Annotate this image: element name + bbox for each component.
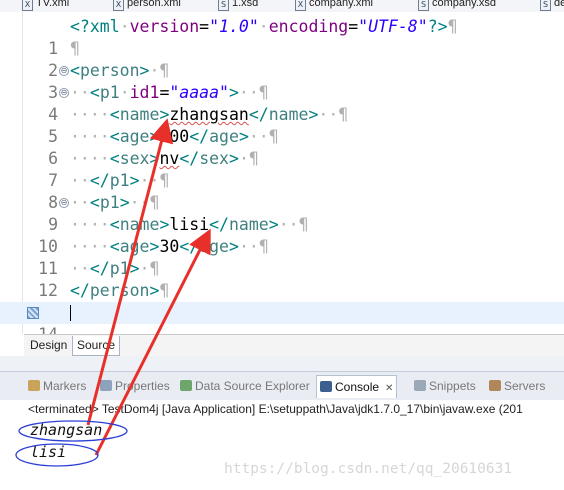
xsd-file-icon: S (218, 0, 229, 11)
code-line[interactable]: 5 ····<name>zhangsan</name>··¶ (0, 104, 564, 146)
code-line[interactable]: 10 ····<name>lisi</name>··¶ (0, 214, 564, 256)
code-line-current[interactable]: 14 (0, 302, 564, 344)
editor-tab-1-xsd[interactable]: S 1.xsd (218, 0, 258, 12)
console-icon (320, 381, 332, 392)
code-line[interactable]: 13 </person>¶ (0, 280, 564, 322)
tab-label: Snippets (429, 379, 476, 393)
markers-icon (28, 380, 40, 391)
tab-label: Markers (43, 379, 87, 393)
data-source-icon (180, 380, 192, 391)
xml-file-icon: X (113, 0, 124, 11)
console-status: <terminated> TestDom4j [Java Application… (28, 402, 523, 416)
code-line[interactable]: 8 ··</p1>··¶ (0, 170, 564, 212)
xsd-file-icon: S (418, 0, 429, 11)
servers-icon (489, 380, 501, 391)
editor-tab-company-xsd[interactable]: Scompany.xsd (418, 0, 496, 12)
tab-design[interactable]: Design (26, 336, 71, 355)
properties-icon (100, 380, 112, 391)
editor-tab-label: TV.xml (36, 0, 70, 9)
editor-tab-label: 1.xsd (232, 0, 259, 9)
editor-tab-label: company.xsd (432, 0, 496, 9)
code-line[interactable]: 2 ¶ (0, 38, 564, 80)
console-output-line: lisi (30, 443, 67, 461)
code-line[interactable]: 7 ····<sex>nv</sex>·¶ (0, 148, 564, 190)
tab-properties[interactable]: Properties (100, 377, 170, 395)
fold-toggle-icon[interactable]: ⊖ (59, 88, 69, 98)
tab-snippets[interactable]: Snippets (414, 377, 476, 395)
code-line[interactable]: 9 ⊖ ··<p1>··¶ (0, 192, 564, 234)
code-line[interactable]: 1 <?xml·version="1.0"·encoding="UTF-8"?>… (0, 16, 564, 58)
fold-toggle-icon[interactable]: ⊖ (59, 198, 69, 208)
editor-tab-label: person.xml (127, 0, 181, 9)
text-caret (70, 305, 71, 321)
code-line[interactable]: 12 ··</p1>·¶ (0, 258, 564, 300)
editor-tab-tv-xml[interactable]: X TV.xml (22, 0, 69, 12)
code-line[interactable]: 11 ····<age>30</age>··¶ (0, 236, 564, 278)
tab-data-source-explorer[interactable]: Data Source Explorer (180, 377, 310, 395)
tab-markers[interactable]: Markers (28, 377, 86, 395)
editor-tab-label: company.xml (309, 0, 373, 9)
design-source-tabs: Design Source (24, 334, 564, 357)
tab-label: Data Source Explorer (195, 379, 310, 393)
tab-console[interactable]: Console ✕ (316, 375, 398, 398)
tab-label: Properties (115, 379, 170, 393)
panel-separator (0, 356, 564, 371)
close-icon[interactable]: ✕ (385, 383, 393, 394)
editor-tab-de[interactable]: Sde (540, 0, 564, 12)
watermark: https://blog.csdn.net/qq_20610631 (224, 461, 513, 477)
bookmark-icon (27, 307, 39, 319)
xml-file-icon: X (22, 0, 33, 11)
tab-label: Servers (504, 379, 546, 393)
xml-file-icon: X (295, 0, 306, 11)
editor-tab-person-xml[interactable]: Xperson.xml (113, 0, 181, 12)
editor-tab-label: de (554, 0, 564, 9)
snippets-icon (414, 380, 426, 391)
xml-file-icon: S (540, 0, 551, 11)
tab-source[interactable]: Source (72, 336, 121, 356)
fold-toggle-icon[interactable]: ⊖ (59, 66, 69, 76)
code-line[interactable]: 6 ····<age>300</age>··¶ (0, 126, 564, 168)
view-tab-bar: Markers Properties Data Source Explorer … (0, 371, 564, 401)
code-line[interactable]: 3 ⊖ <person>·¶ (0, 60, 564, 102)
console-output-line: zhangsan (30, 421, 103, 439)
tab-label: Console (335, 380, 380, 394)
code-line[interactable]: 4 ⊖ ··<p1·id1="aaaa">··¶ (0, 82, 564, 124)
editor-tab-company-xml[interactable]: Xcompany.xml (295, 0, 373, 12)
tab-servers[interactable]: Servers (489, 377, 545, 395)
